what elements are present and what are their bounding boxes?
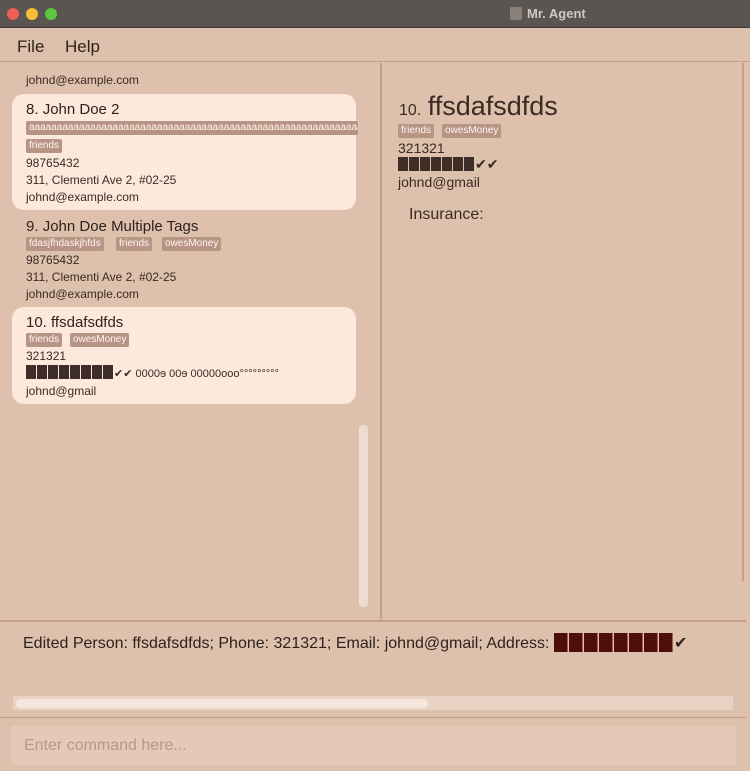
window-title: Mr. Agent xyxy=(527,6,586,21)
address-glyph-blocks xyxy=(26,365,114,380)
card-email: johnd@example.com xyxy=(26,73,139,87)
title-bar: Mr. Agent xyxy=(0,0,750,28)
card-email: johnd@example.com xyxy=(26,190,139,204)
card-name: 9. John Doe Multiple Tags xyxy=(26,218,198,235)
card-address: 311, Clementi Ave 2, #02-25 xyxy=(26,270,177,284)
card-email: johnd@gmail xyxy=(26,384,97,398)
detail-index: 10. xyxy=(399,102,422,119)
minimize-window-button[interactable] xyxy=(26,8,38,20)
card-index: 10. xyxy=(26,314,47,331)
result-glyph-blocks xyxy=(553,633,674,653)
card-phone: 98765432 xyxy=(26,253,80,267)
card-address: 311, Clementi Ave 2, #02-25 xyxy=(26,173,177,187)
card-name-text: John Doe Multiple Tags xyxy=(42,218,199,235)
card-index: 8. xyxy=(26,101,39,118)
menu-help[interactable]: Help xyxy=(65,37,100,57)
person-card[interactable]: 8. John Doe 2 aaaaaaaaaaaaaaaaaaaaaaaaaa… xyxy=(12,94,358,210)
command-input[interactable] xyxy=(11,726,736,765)
list-scrollbar-thumb[interactable] xyxy=(359,425,368,607)
app-icon xyxy=(510,7,522,20)
tag: fdasjfhdaskjhfds xyxy=(26,237,104,251)
tag: owesMoney xyxy=(162,237,222,251)
card-name-text: John Doe 2 xyxy=(42,101,120,118)
detail-email: johnd@gmail xyxy=(398,174,480,190)
card-name: 8. John Doe 2 xyxy=(26,101,119,118)
tag: friends xyxy=(116,237,153,251)
detail-address-tail: ✔✔ xyxy=(475,156,499,172)
card-name: 10. ffsdafsdfds xyxy=(26,314,123,331)
card-name-text: ffsdafsdfds xyxy=(51,314,124,331)
detail-address: ✔✔ xyxy=(398,156,498,173)
card-phone: 98765432 xyxy=(26,156,80,170)
tag: friends xyxy=(398,124,435,138)
person-card[interactable]: 9. John Doe Multiple Tags fdasjfhdaskjhf… xyxy=(12,211,356,307)
card-address-tail: ✔✔ 0000ɘ 00ɘ 00000ooo°°°°°°°°° xyxy=(114,368,280,380)
insurance-label: Insurance: xyxy=(409,206,484,223)
result-text: Edited Person: ffsdafsdfds; Phone: 32132… xyxy=(23,635,550,652)
result-tail: ✔ xyxy=(673,635,688,652)
tag: friends xyxy=(26,333,63,347)
tag: owesMoney xyxy=(442,124,502,138)
card-phone: 321321 xyxy=(26,349,67,363)
panel-divider xyxy=(742,63,744,581)
tag: owesMoney xyxy=(70,333,130,347)
result-scrollbar-thumb[interactable] xyxy=(16,699,428,708)
menu-file[interactable]: File xyxy=(17,37,44,57)
tag: aaaaaaaaaaaaaaaaaaaaaaaaaaaaaaaaaaaaaaaa… xyxy=(26,121,358,135)
card-address: ✔✔ 0000ɘ 00ɘ 00000ooo°°°°°°°°° xyxy=(26,365,279,380)
detail-header: 10. ffsdafsdfds xyxy=(399,91,558,122)
maximize-window-button[interactable] xyxy=(45,8,57,20)
person-list-panel[interactable]: johnd@example.com 8. John Doe 2 aaaaaaaa… xyxy=(0,63,382,619)
close-window-button[interactable] xyxy=(7,8,19,20)
person-detail-panel: 10. ffsdafsdfds friends owesMoney 321321… xyxy=(384,63,742,619)
card-email: johnd@example.com xyxy=(26,287,139,301)
address-glyph-blocks xyxy=(398,156,475,172)
detail-phone: 321321 xyxy=(398,140,445,156)
detail-name: ffsdafsdfds xyxy=(427,91,558,121)
menu-bar: File Help xyxy=(0,29,750,62)
result-message: Edited Person: ffsdafsdfds; Phone: 32132… xyxy=(23,633,687,653)
card-index: 9. xyxy=(26,218,39,235)
tag: friends xyxy=(26,139,63,153)
person-card-selected[interactable]: 10. ffsdafsdfds friends owesMoney 321321… xyxy=(12,307,356,404)
